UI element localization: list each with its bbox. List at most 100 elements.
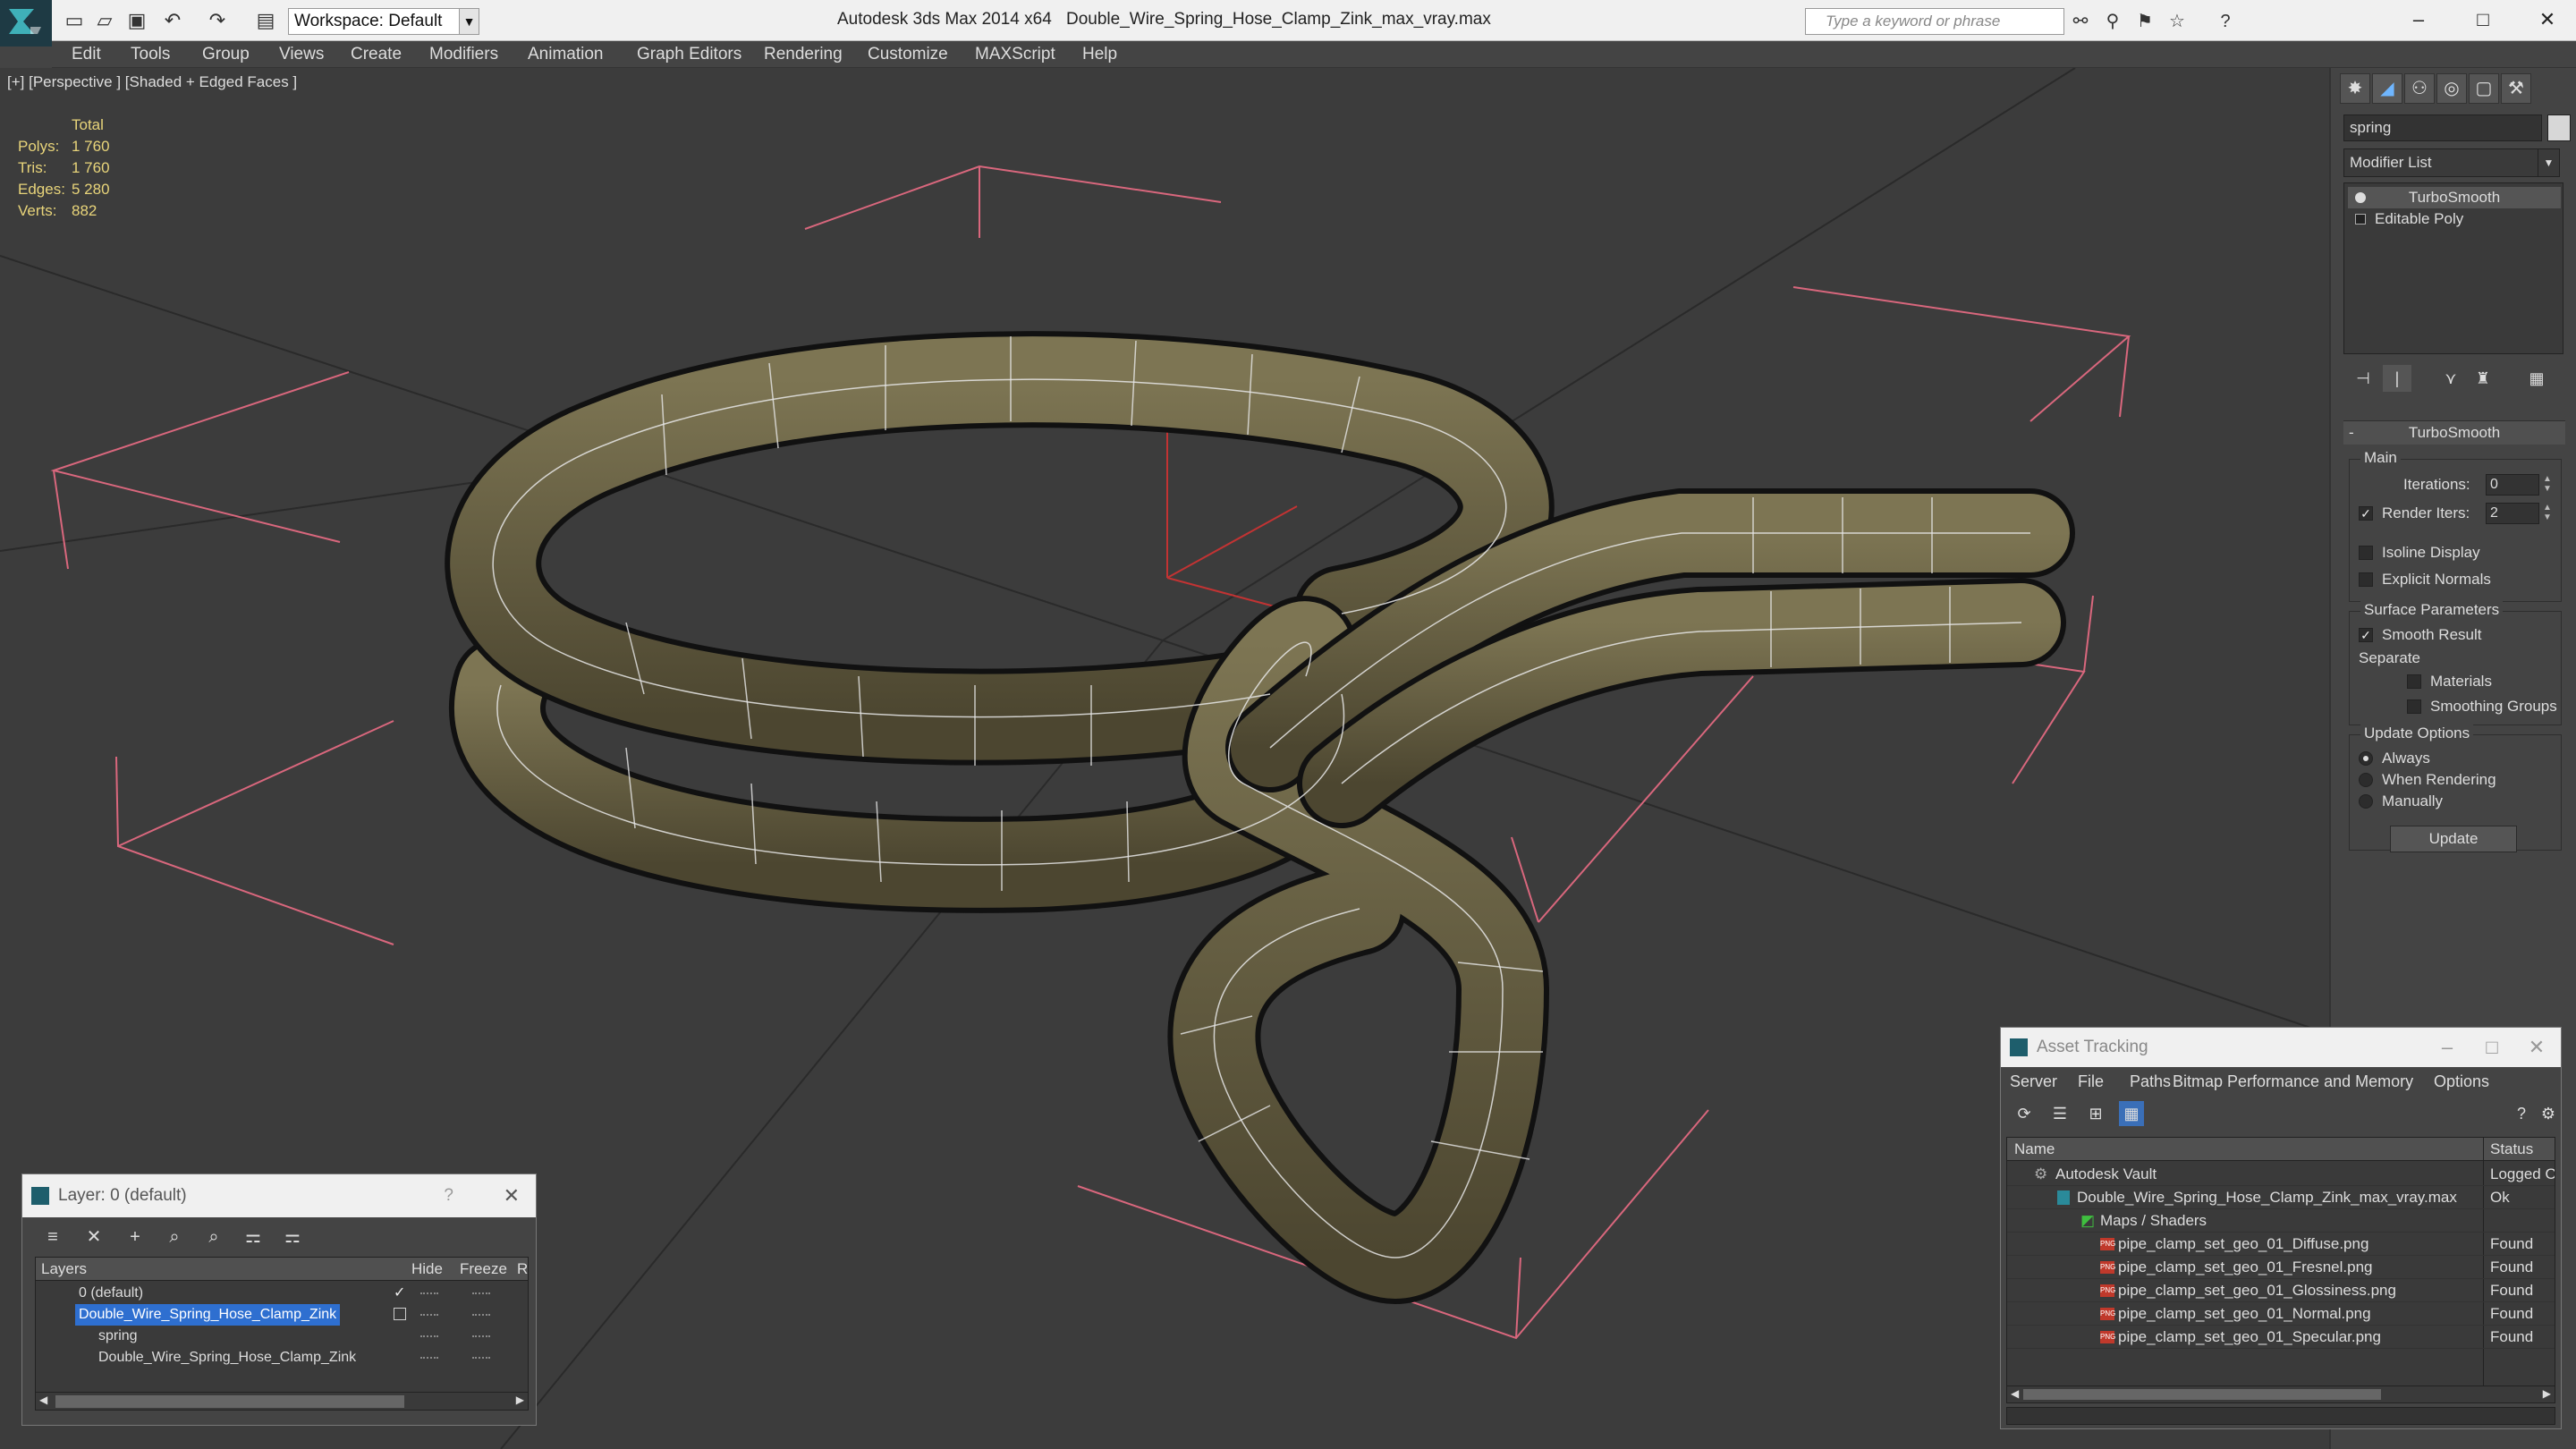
col-status[interactable]: Status bbox=[2490, 1138, 2533, 1161]
col-hide[interactable]: Hide bbox=[411, 1258, 443, 1281]
menu-animation[interactable]: Animation bbox=[528, 45, 604, 64]
redo-icon[interactable]: ↷ bbox=[206, 9, 229, 32]
open-file-icon[interactable]: ▱ bbox=[93, 9, 116, 32]
asset-row[interactable]: ⚙ Autodesk Vault Logged O bbox=[2007, 1163, 2555, 1186]
render-iters-checkbox[interactable]: ✓ bbox=[2359, 506, 2373, 521]
spring-clamp-model[interactable] bbox=[445, 331, 2075, 1305]
update-button[interactable]: Update bbox=[2390, 826, 2517, 852]
isoline-checkbox[interactable] bbox=[2359, 546, 2373, 560]
binoculars-icon[interactable]: ⚯ bbox=[2068, 11, 2093, 32]
layer-row[interactable]: Double_Wire_Spring_Hose_Clamp_Zink bbox=[36, 1304, 528, 1326]
remove-modifier-icon[interactable]: ♜ bbox=[2469, 365, 2497, 392]
when-rendering-radio[interactable] bbox=[2359, 773, 2373, 787]
explicit-normals-checkbox[interactable] bbox=[2359, 572, 2373, 587]
render-iters-spinner[interactable]: 2 bbox=[2486, 503, 2539, 524]
asset-row[interactable]: PNG pipe_clamp_set_geo_01_Glossiness.png… bbox=[2007, 1279, 2555, 1302]
layer-row[interactable]: spring bbox=[36, 1326, 528, 1347]
scroll-left-icon[interactable]: ◀ bbox=[2011, 1387, 2019, 1400]
freeze-toggle[interactable] bbox=[472, 1335, 490, 1337]
asset-row[interactable]: PNG pipe_clamp_set_geo_01_Normal.png Fou… bbox=[2007, 1302, 2555, 1326]
col-layers[interactable]: Layers bbox=[41, 1258, 87, 1281]
motion-tab-icon[interactable]: ◎ bbox=[2436, 73, 2467, 104]
menu-tools[interactable]: Tools bbox=[131, 45, 170, 64]
set-current-layer-icon[interactable] bbox=[394, 1308, 406, 1320]
hide-toggle[interactable] bbox=[420, 1292, 438, 1294]
spinner-arrows-icon[interactable]: ▲ ▼ bbox=[2541, 474, 2554, 496]
menu-help[interactable]: Help bbox=[1082, 45, 1117, 64]
show-end-result-icon[interactable]: | bbox=[2383, 365, 2411, 392]
lightbulb-icon[interactable] bbox=[2355, 192, 2366, 203]
menu-bitmap-performance[interactable]: Bitmap Performance and Memory bbox=[2173, 1072, 2413, 1091]
menu-file[interactable]: File bbox=[2078, 1072, 2104, 1091]
rollout-header[interactable]: - TurboSmooth bbox=[2343, 421, 2565, 445]
close-icon[interactable]: ✕ bbox=[2516, 1028, 2557, 1067]
scrollbar-thumb[interactable] bbox=[55, 1395, 404, 1408]
list-view-icon[interactable]: ☰ bbox=[2047, 1101, 2072, 1126]
maximize-icon[interactable]: □ bbox=[2462, 4, 2504, 35]
col-freeze[interactable]: Freeze bbox=[460, 1258, 507, 1281]
hide-toggle[interactable] bbox=[420, 1314, 438, 1316]
asset-row[interactable]: Double_Wire_Spring_Hose_Clamp_Zink_max_v… bbox=[2007, 1186, 2555, 1209]
menu-rendering[interactable]: Rendering bbox=[764, 45, 843, 64]
iterations-spinner[interactable]: 0 bbox=[2486, 474, 2539, 496]
menu-group[interactable]: Group bbox=[202, 45, 250, 64]
create-tab-icon[interactable]: ✸ bbox=[2340, 73, 2370, 104]
close-icon[interactable]: ✕ bbox=[504, 1174, 520, 1217]
smooth-result-checkbox[interactable]: ✓ bbox=[2359, 628, 2373, 642]
minimize-icon[interactable]: – bbox=[2427, 1028, 2468, 1067]
modifier-list-dropdown[interactable]: Modifier List ▼ bbox=[2343, 148, 2560, 177]
select-objects-icon[interactable]: ⌕ bbox=[162, 1224, 187, 1250]
asset-row[interactable]: PNG pipe_clamp_set_geo_01_Specular.png F… bbox=[2007, 1326, 2555, 1349]
active-layer-check-icon[interactable]: ✓ bbox=[394, 1283, 405, 1304]
layer-row[interactable]: Double_Wire_Spring_Hose_Clamp_Zink bbox=[36, 1347, 528, 1368]
scroll-left-icon[interactable]: ◀ bbox=[39, 1394, 47, 1406]
stack-item-turbosmooth[interactable]: TurboSmooth bbox=[2348, 187, 2561, 208]
menu-views[interactable]: Views bbox=[279, 45, 324, 64]
refresh-icon[interactable]: ⟳ bbox=[2012, 1101, 2037, 1126]
col-name[interactable]: Name bbox=[2014, 1138, 2055, 1161]
minimize-icon[interactable]: – bbox=[2397, 4, 2440, 35]
highlight-selected-icon[interactable]: ⌕ bbox=[201, 1224, 226, 1250]
project-folder-icon[interactable]: ▤ bbox=[254, 9, 277, 32]
hierarchy-tab-icon[interactable]: ⚇ bbox=[2404, 73, 2435, 104]
table-view-icon[interactable]: ▦ bbox=[2119, 1101, 2144, 1126]
configure-sets-icon[interactable]: ▦ bbox=[2522, 365, 2551, 392]
hide-toggle[interactable] bbox=[420, 1357, 438, 1359]
asset-row[interactable]: PNG pipe_clamp_set_geo_01_Diffuse.png Fo… bbox=[2007, 1233, 2555, 1256]
workspace-dropdown[interactable]: Workspace: Default ▼ bbox=[288, 8, 479, 35]
add-to-layer-icon[interactable]: + bbox=[123, 1224, 148, 1250]
freeze-toggle[interactable] bbox=[472, 1292, 490, 1294]
settings-icon[interactable]: ⚙ bbox=[2536, 1101, 2561, 1126]
new-file-icon[interactable]: ▭ bbox=[63, 9, 86, 32]
pin-stack-icon[interactable]: ⊣ bbox=[2349, 365, 2377, 392]
tree-view-icon[interactable]: ⊞ bbox=[2083, 1101, 2108, 1126]
help-icon[interactable]: ? bbox=[444, 1174, 453, 1217]
help-icon[interactable]: ? bbox=[2213, 11, 2238, 32]
modify-tab-icon[interactable]: ◢ bbox=[2372, 73, 2402, 104]
app-logo-icon[interactable] bbox=[0, 0, 52, 47]
menu-edit[interactable]: Edit bbox=[72, 45, 101, 64]
asset-row[interactable]: PNG pipe_clamp_set_geo_01_Fresnel.png Fo… bbox=[2007, 1256, 2555, 1279]
favorites-star-icon[interactable]: ☆ bbox=[2165, 11, 2190, 32]
hide-toggle[interactable] bbox=[420, 1335, 438, 1337]
stack-item-editable-poly[interactable]: Editable Poly bbox=[2348, 208, 2561, 230]
freeze-toggle[interactable] bbox=[472, 1357, 490, 1359]
menu-server[interactable]: Server bbox=[2010, 1072, 2057, 1091]
menu-customize[interactable]: Customize bbox=[868, 45, 948, 64]
maximize-icon[interactable]: □ bbox=[2471, 1028, 2512, 1067]
spinner-arrows-icon[interactable]: ▲ ▼ bbox=[2541, 503, 2554, 524]
communication-center-icon[interactable]: ⚑ bbox=[2132, 11, 2157, 32]
menu-paths[interactable]: Paths bbox=[2130, 1072, 2171, 1091]
help-icon[interactable]: ? bbox=[2509, 1101, 2534, 1126]
search-input[interactable]: Type a keyword or phrase bbox=[1805, 8, 2064, 35]
object-name-field[interactable]: spring bbox=[2343, 114, 2542, 141]
object-color-swatch[interactable] bbox=[2547, 114, 2571, 141]
scroll-right-icon[interactable]: ▶ bbox=[2543, 1387, 2551, 1400]
always-radio[interactable] bbox=[2359, 751, 2373, 766]
hide-all-layers-icon[interactable]: ⚎ bbox=[241, 1224, 266, 1250]
freeze-all-layers-icon[interactable]: ⚎ bbox=[280, 1224, 305, 1250]
make-unique-icon[interactable]: ⋎ bbox=[2436, 365, 2465, 392]
close-icon[interactable]: ✕ bbox=[2526, 4, 2569, 35]
menu-modifiers[interactable]: Modifiers bbox=[429, 45, 498, 64]
asset-row[interactable]: ◩ Maps / Shaders bbox=[2007, 1209, 2555, 1233]
